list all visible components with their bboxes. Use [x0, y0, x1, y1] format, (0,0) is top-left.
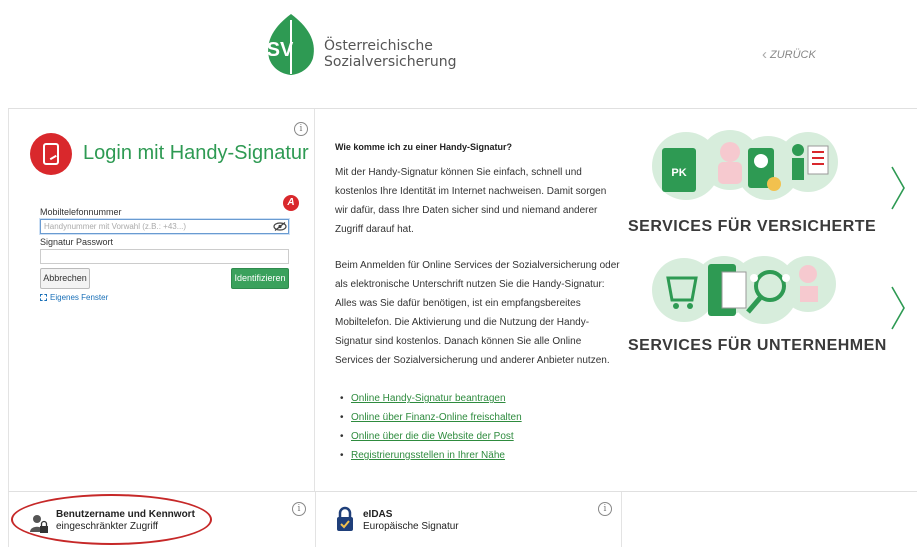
eidas-title: eIDAS: [363, 509, 393, 520]
chevron-left-icon: ‹: [762, 46, 767, 63]
chevron-right-icon[interactable]: [888, 163, 908, 213]
info-paragraph-2: Beim Anmelden für Online Services der So…: [335, 260, 620, 366]
eidas-subtitle: Europäische Signatur: [363, 521, 459, 532]
company-services-illustration[interactable]: [648, 250, 848, 328]
back-link[interactable]: ‹ ZURÜCK: [762, 46, 816, 63]
padlock-check-icon: [337, 506, 353, 531]
expand-window-icon: [40, 294, 47, 301]
cancel-button[interactable]: Abbrechen: [40, 268, 90, 289]
identify-button[interactable]: Identifizieren: [231, 268, 289, 289]
phone-label: Mobiltelefonnummer: [40, 207, 122, 217]
info-column: Wie komme ich zu einer Handy-Signatur? M…: [316, 109, 622, 491]
pk-card-label: PK: [671, 167, 686, 179]
login-title: Login mit Handy-Signatur: [83, 142, 309, 164]
sv-leaf-logo-icon: SV: [267, 14, 314, 75]
own-window-label: Eigenes Fenster: [50, 293, 109, 302]
insured-services-illustration[interactable]: PK: [648, 130, 848, 202]
password-label: Signatur Passwort: [40, 237, 114, 247]
logo-letter-s: SV: [267, 39, 294, 61]
signature-password-input[interactable]: [40, 249, 289, 264]
phone-number-input[interactable]: Handynummer mit Vorwahl (z.B.: +43...): [40, 219, 289, 234]
sv-logo[interactable]: SV Österreichische Sozialversicherung: [263, 12, 463, 80]
logo-line2: Sozialversicherung: [324, 54, 457, 70]
eye-slash-icon[interactable]: [273, 222, 287, 231]
eidas-login-option[interactable]: [316, 492, 622, 547]
info-icon[interactable]: i: [292, 502, 306, 516]
logo-line1: Österreichische: [324, 38, 433, 54]
logo-wordmark: Österreichische Sozialversicherung: [324, 38, 457, 70]
list-item-link[interactable]: Online über Finanz-Online freischalten: [340, 408, 522, 427]
phone-placeholder: Handynummer mit Vorwahl (z.B.: +43...): [44, 222, 187, 231]
list-item-link[interactable]: Online über die die Website der Post: [340, 427, 522, 446]
list-item-link[interactable]: Online Handy-Signatur beantragen: [340, 389, 522, 408]
highlight-annotation: [11, 494, 212, 545]
chevron-right-icon[interactable]: [888, 283, 908, 333]
insured-services-title: SERVICES FÜR VERSICHERTE: [628, 218, 877, 235]
link-list: Online Handy-Signatur beantragen Online …: [340, 389, 522, 465]
back-label: ZURÜCK: [770, 49, 816, 61]
provider-badge-icon: A: [283, 195, 299, 211]
info-heading: Wie komme ich zu einer Handy-Signatur?: [335, 142, 512, 152]
header: SV Österreichische Sozialversicherung ‹ Z…: [0, 0, 917, 95]
info-paragraph-1: Mit der Handy-Signatur können Sie einfac…: [335, 167, 607, 235]
list-item-link[interactable]: Registrierungsstellen in Ihrer Nähe: [340, 446, 522, 465]
mobile-phone-icon: [30, 133, 72, 175]
company-services-title: SERVICES FÜR UNTERNEHMEN: [628, 337, 887, 354]
own-window-link[interactable]: Eigenes Fenster: [40, 293, 108, 302]
info-icon[interactable]: i: [598, 502, 612, 516]
info-icon[interactable]: i: [294, 122, 308, 136]
handy-signatur-login-panel: i Login mit Handy-Signatur A Mobiltelefo…: [8, 109, 315, 491]
